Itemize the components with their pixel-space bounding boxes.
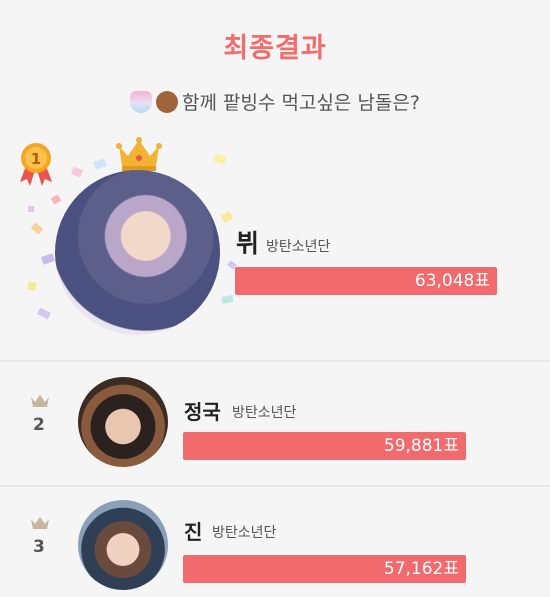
page-title: 최종결과: [223, 33, 327, 64]
vote-bar-rank-1: 63,048표: [235, 267, 497, 295]
rank-number: 2: [33, 415, 45, 435]
shaved-ice-icon: [130, 90, 153, 113]
vote-count: 59,881표: [383, 436, 459, 456]
avatar-rank-1: [55, 170, 220, 335]
vote-count: 57,162표: [383, 559, 459, 579]
avatar-rank-3: [78, 500, 168, 590]
vote-bar-rank-3: 57,162표: [183, 555, 466, 583]
svg-text:1: 1: [31, 150, 41, 168]
poll-question: 함께 팥빙수 먹고싶은 남돌은?: [182, 92, 420, 114]
candidate-group: 방탄소년단: [232, 405, 297, 421]
vote-count: 63,048표: [414, 271, 490, 291]
rank-number: 3: [33, 537, 45, 557]
row-divider: [0, 360, 550, 362]
vote-bar-rank-2: 59,881표: [183, 432, 466, 460]
candidate-group: 방탄소년단: [266, 239, 331, 255]
subtitle-row: 함께 팥빙수 먹고싶은 남돌은?: [0, 88, 550, 115]
gold-medal-icon: 1: [20, 143, 52, 186]
candidate-name: 진: [184, 520, 203, 544]
crown-icon: [116, 137, 162, 171]
candidate-name: 뷔: [236, 229, 260, 258]
rank-crown-icon: [31, 395, 49, 407]
candidate-group: 방탄소년단: [212, 525, 277, 541]
rank-crown-icon: [31, 517, 49, 529]
candidate-name: 정국: [184, 400, 221, 424]
row-divider: [0, 485, 550, 487]
avatar-rank-2: [78, 377, 168, 467]
person-face-icon: [156, 90, 179, 113]
